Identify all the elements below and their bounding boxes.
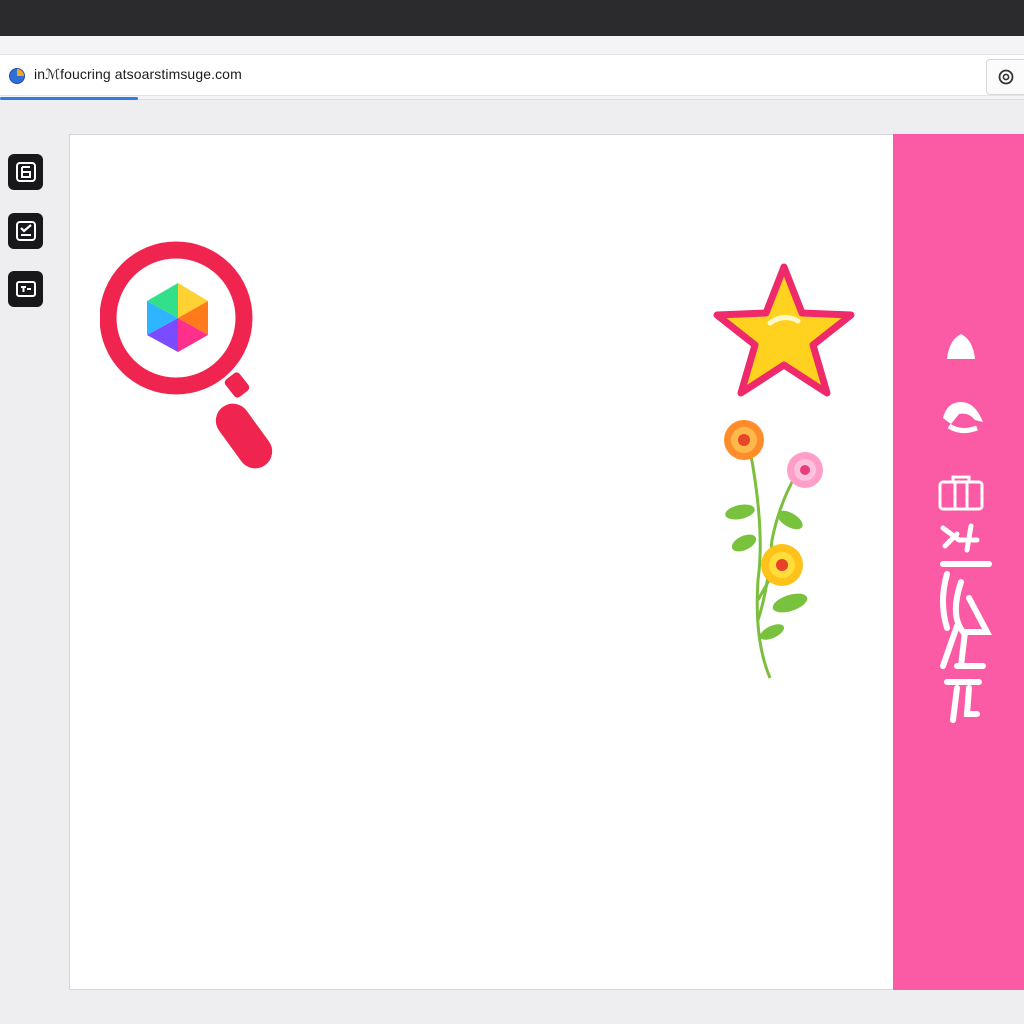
checklist-tool-button[interactable] [8, 213, 43, 249]
frame-icon [15, 281, 36, 297]
layout-tool-button[interactable] [8, 154, 43, 190]
star-sticker[interactable] [710, 261, 858, 401]
address-bar[interactable]: inℳfoucring atsoarstimsuge.com [0, 54, 1024, 96]
site-favicon-icon [9, 68, 25, 84]
browser-menu-button[interactable] [986, 59, 1024, 95]
pink-bloom [787, 452, 823, 488]
page-load-progress [0, 97, 138, 100]
bell-icon[interactable] [943, 330, 979, 362]
url-text[interactable]: inℳfoucring atsoarstimsuge.com [34, 66, 242, 83]
flower-sticker[interactable] [710, 410, 840, 685]
cap-icon[interactable] [937, 398, 987, 438]
circle-slash-icon [998, 69, 1013, 85]
window-title-strip [0, 0, 1024, 36]
frame-tool-button[interactable] [8, 271, 43, 307]
briefcase-icon[interactable] [937, 474, 985, 512]
glyph-icon[interactable] [943, 674, 983, 724]
magnifier-sticker[interactable] [100, 240, 280, 470]
pink-side-panel [893, 134, 1024, 990]
glyph-icon[interactable] [935, 622, 987, 670]
yellow-bloom [761, 544, 803, 586]
text-block-icon [15, 162, 36, 182]
checklist-icon [15, 221, 36, 241]
design-canvas[interactable] [69, 134, 893, 990]
orange-bloom [724, 420, 764, 460]
sparkle-icon[interactable] [937, 520, 987, 556]
